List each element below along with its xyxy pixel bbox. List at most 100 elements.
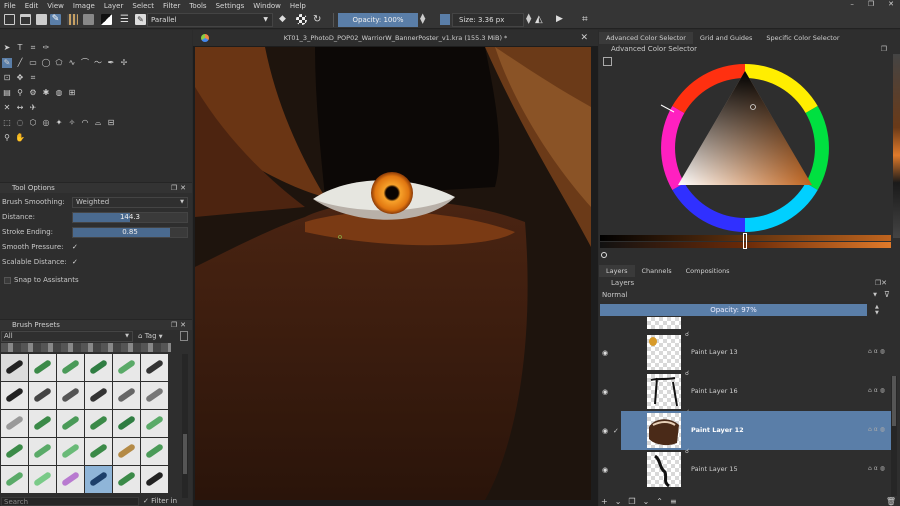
brush-preset[interactable] bbox=[113, 382, 140, 409]
panel-controls[interactable]: ❐✕ bbox=[171, 183, 189, 194]
brush-preset[interactable] bbox=[85, 354, 112, 381]
preset-scrollbar[interactable] bbox=[182, 354, 188, 498]
brush-preset[interactable] bbox=[1, 466, 28, 493]
calligraphy-icon[interactable]: ✑ bbox=[41, 43, 51, 53]
menu-tools[interactable]: Tools bbox=[189, 2, 206, 10]
brush-preset[interactable] bbox=[141, 410, 168, 437]
gradient-icon[interactable] bbox=[83, 14, 94, 25]
brush-preset[interactable] bbox=[29, 382, 56, 409]
brush-preset[interactable] bbox=[57, 382, 84, 409]
checkmark-icon[interactable]: ✓ bbox=[613, 427, 619, 435]
enclose-fill-icon[interactable]: ⊞ bbox=[67, 88, 77, 98]
menu-edit[interactable]: Edit bbox=[25, 2, 39, 10]
duplicate-layer-icon[interactable]: ❐ bbox=[628, 497, 635, 506]
menu-filter[interactable]: Filter bbox=[163, 2, 180, 10]
layer-properties-icons[interactable]: ⌂α◍ bbox=[868, 426, 887, 433]
brush-preset[interactable] bbox=[85, 438, 112, 465]
pattern-icon[interactable] bbox=[67, 14, 78, 25]
tab-compositions[interactable]: Compositions bbox=[679, 265, 737, 277]
menu-view[interactable]: View bbox=[47, 2, 64, 10]
brush-preset[interactable] bbox=[141, 438, 168, 465]
brush-smoothing-select[interactable]: Weighted ▼ bbox=[72, 197, 188, 208]
scalable-distance-checkbox[interactable]: ✓ bbox=[72, 259, 79, 266]
brush-preset[interactable] bbox=[113, 410, 140, 437]
reset-color-icon[interactable] bbox=[601, 252, 607, 258]
panel-controls[interactable]: ❐✕ bbox=[171, 320, 189, 331]
layer-properties-icons[interactable]: ⌂α◍ bbox=[868, 465, 887, 472]
pan-tool-icon[interactable]: ✋ bbox=[15, 133, 25, 143]
freehand-path-icon[interactable]: 〜 bbox=[93, 58, 103, 68]
layer-row[interactable]: ◉ Paint Layer 13 ⌂α◍ bbox=[599, 333, 891, 372]
similar-select-icon[interactable]: ✧ bbox=[67, 118, 77, 128]
brush-preset[interactable] bbox=[141, 466, 168, 493]
tab-advanced-color-selector[interactable]: Advanced Color Selector bbox=[599, 32, 693, 44]
properties-icon[interactable]: ≡ bbox=[670, 497, 677, 506]
selection-shape-icon[interactable]: ⊟ bbox=[106, 118, 116, 128]
layers-scrollbar[interactable] bbox=[891, 376, 897, 496]
tab-channels[interactable]: Channels bbox=[635, 265, 679, 277]
polygon-select-icon[interactable]: ⬡ bbox=[28, 118, 38, 128]
opacity-slider[interactable]: Opacity: 100% bbox=[338, 13, 418, 27]
brush-preset[interactable] bbox=[113, 466, 140, 493]
smooth-pressure-checkbox[interactable]: ✓ bbox=[72, 244, 79, 251]
layer-blend-select[interactable]: Normal ▼ bbox=[600, 290, 880, 301]
minimize-icon[interactable]: – bbox=[850, 0, 854, 8]
painting-canvas[interactable] bbox=[195, 47, 591, 500]
scrollbar-thumb[interactable] bbox=[892, 376, 896, 426]
layer-menu-icon[interactable]: ⌄ bbox=[615, 497, 622, 506]
brush-preset[interactable] bbox=[29, 354, 56, 381]
layer-row-selected[interactable]: ◉ ✓ Paint Layer 12 ⌂α◍ bbox=[602, 411, 891, 450]
brush-preset[interactable] bbox=[85, 410, 112, 437]
preset-filter-select[interactable]: All ▼ bbox=[1, 331, 133, 342]
tab-specific-color-selector[interactable]: Specific Color Selector bbox=[759, 32, 846, 44]
reload-icon[interactable]: ↻ bbox=[313, 14, 324, 25]
brush-preset[interactable] bbox=[141, 382, 168, 409]
brush-preset[interactable] bbox=[113, 438, 140, 465]
bezier-select-icon[interactable]: ◠ bbox=[80, 118, 90, 128]
polyline-tool-icon[interactable]: ∿ bbox=[67, 58, 77, 68]
mirror-vertical-icon[interactable]: ▶ bbox=[556, 14, 567, 25]
brush-preset[interactable] bbox=[113, 354, 140, 381]
brush-preset[interactable] bbox=[57, 354, 84, 381]
brush-settings-icon[interactable]: ☰ bbox=[120, 14, 131, 25]
eye-icon[interactable]: ◉ bbox=[602, 427, 608, 435]
layer-properties-icons[interactable]: ⌂α◍ bbox=[868, 387, 887, 394]
brush-preset[interactable] bbox=[1, 410, 28, 437]
gradient-cursor[interactable] bbox=[743, 233, 747, 249]
contiguous-select-icon[interactable]: ✦ bbox=[54, 118, 64, 128]
measure-tool-icon[interactable]: ↔ bbox=[15, 103, 25, 113]
tag-button[interactable]: ⌂ Tag ▼ bbox=[138, 331, 170, 342]
filter-in-tag[interactable]: ✓ Filter in Tag bbox=[143, 497, 191, 506]
fill-tool-icon[interactable]: ◍ bbox=[54, 88, 64, 98]
opacity-spin-icon[interactable]: ▲ ▼ bbox=[420, 13, 431, 25]
smart-patch-icon[interactable]: ✱ bbox=[41, 88, 51, 98]
menu-image[interactable]: Image bbox=[73, 2, 95, 10]
rectangle-tool-icon[interactable]: ▭ bbox=[28, 58, 38, 68]
filter-icon[interactable]: ⊽ bbox=[884, 290, 894, 301]
ellipse-tool-icon[interactable]: ◯ bbox=[41, 58, 51, 68]
reference-images-icon[interactable]: ✈ bbox=[28, 103, 38, 113]
bezier-tool-icon[interactable]: ⌒ bbox=[80, 58, 90, 68]
add-layer-icon[interactable]: + bbox=[601, 497, 608, 506]
panel-controls[interactable]: ❐ bbox=[881, 44, 887, 55]
delete-layer-icon[interactable]: 🗑 bbox=[886, 497, 896, 506]
freehand-brush-icon[interactable]: ✎ bbox=[2, 57, 12, 68]
brush-preset[interactable] bbox=[29, 466, 56, 493]
colorize-mask-icon[interactable]: ⚙ bbox=[28, 88, 38, 98]
size-slider[interactable]: Size: 3.36 px bbox=[452, 13, 524, 27]
brush-color-swatch[interactable] bbox=[440, 14, 450, 25]
menu-layer[interactable]: Layer bbox=[104, 2, 124, 10]
fg-bg-color-icon[interactable] bbox=[101, 14, 112, 25]
brush-preset[interactable] bbox=[85, 382, 112, 409]
move-down-icon[interactable]: ⌄ bbox=[643, 497, 650, 506]
brush-preset[interactable] bbox=[29, 410, 56, 437]
multibrush-icon[interactable]: ✢ bbox=[119, 58, 129, 68]
mirror-horizontal-icon[interactable]: ◭ bbox=[535, 14, 546, 25]
layer-opacity-slider[interactable]: Opacity: 97% bbox=[600, 304, 867, 316]
opacity-spin-icon[interactable]: ▲ ▼ bbox=[875, 304, 883, 316]
eraser-icon[interactable]: ◆ bbox=[279, 14, 290, 25]
menu-file[interactable]: File bbox=[4, 2, 16, 10]
gradient-tool-icon[interactable]: ▤ bbox=[2, 88, 12, 98]
tab-grid-and-guides[interactable]: Grid and Guides bbox=[693, 32, 759, 44]
text-tool-icon[interactable]: T bbox=[15, 43, 25, 53]
